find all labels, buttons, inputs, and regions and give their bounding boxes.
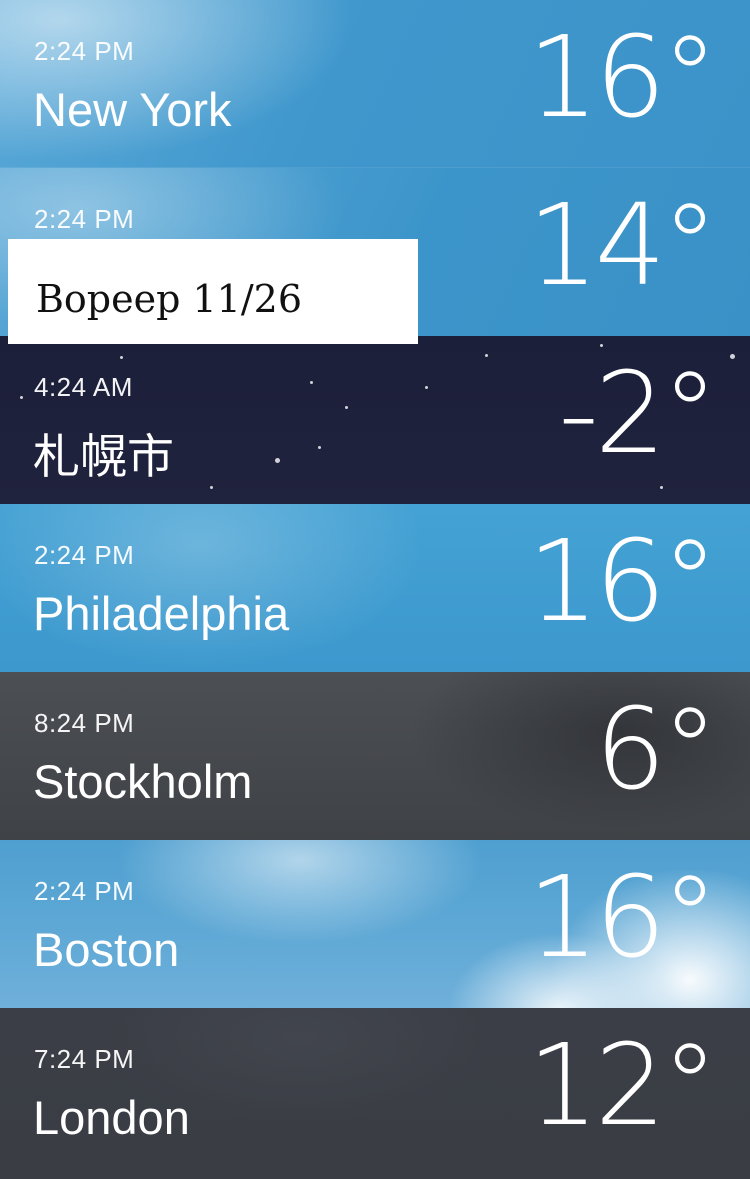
city-name: Stockholm — [33, 755, 253, 808]
city-row-new-york[interactable]: 2:24 PM New York 16° — [0, 0, 750, 168]
temperature: 16° — [527, 517, 718, 647]
city-name: New York — [33, 83, 232, 136]
temperature: -2° — [558, 349, 718, 479]
temperature: 16° — [527, 853, 718, 983]
temperature: 14° — [527, 181, 718, 311]
city-name: Philadelphia — [33, 587, 290, 640]
local-time: 2:24 PM — [34, 204, 135, 234]
local-time: 7:24 PM — [34, 1044, 135, 1074]
local-time: 4:24 AM — [34, 372, 133, 402]
local-time: 2:24 PM — [34, 876, 135, 906]
city-row-sapporo[interactable]: 4:24 AM 札幌市 -2° — [0, 336, 750, 504]
city-name: London — [33, 1091, 190, 1144]
city-name: 札幌市 — [33, 430, 174, 485]
city-row-philadelphia[interactable]: 2:24 PM Philadelphia 16° — [0, 504, 750, 672]
city-weather-list: 2:24 PM New York 16° 2:24 PM 14° 4:24 AM… — [0, 0, 750, 1179]
city-row-london[interactable]: 7:24 PM London 12° — [0, 1008, 750, 1179]
city-name: Boston — [33, 923, 180, 976]
temperature: 6° — [594, 685, 718, 815]
local-time: 8:24 PM — [34, 708, 135, 738]
city-row-boston[interactable]: 2:24 PM Boston 16° — [0, 840, 750, 1008]
city-row-stockholm[interactable]: 8:24 PM Stockholm 6° — [0, 672, 750, 840]
local-time: 2:24 PM — [34, 540, 135, 570]
temperature: 12° — [527, 1021, 718, 1151]
temperature: 16° — [527, 13, 718, 143]
local-time: 2:24 PM — [34, 36, 135, 66]
watermark-label: Bopeep 11/26 — [8, 239, 418, 344]
